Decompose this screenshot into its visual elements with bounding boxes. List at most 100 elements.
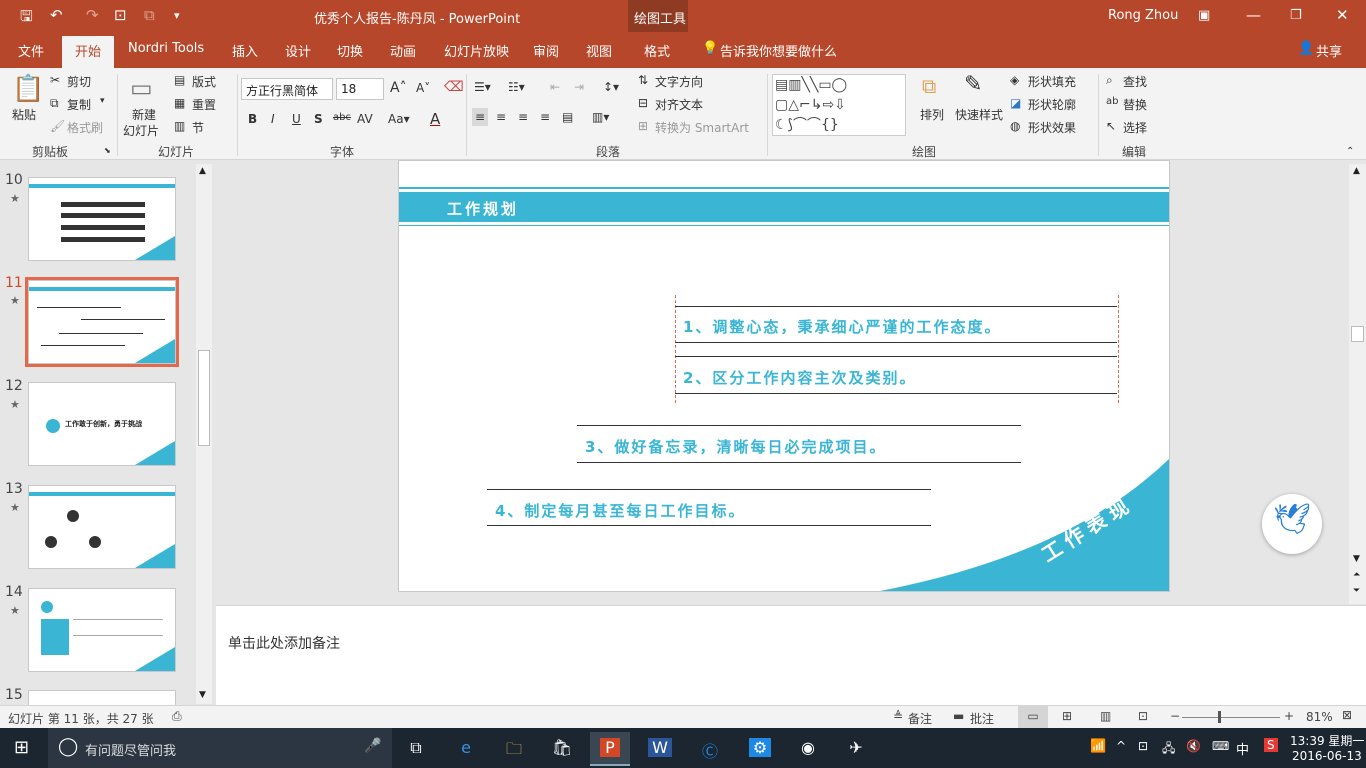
smartart-button[interactable]: 转换为 SmartArt [655, 119, 749, 136]
clear-format-icon[interactable]: ⌫ [444, 79, 464, 95]
font-name-select[interactable]: 方正行黑简体 [241, 78, 333, 100]
find-icon[interactable]: ⌕ [1106, 73, 1113, 88]
font-color-icon[interactable]: A [430, 110, 440, 128]
quick-styles-icon[interactable]: ✎ [964, 72, 982, 97]
line-spacing-icon[interactable]: ↕▾ [603, 80, 619, 94]
ribbon-display-icon[interactable]: ▣ [1198, 8, 1210, 23]
align-center-icon[interactable]: ≡ [496, 110, 506, 124]
tab-nordri-tools[interactable]: Nordri Tools [128, 41, 204, 56]
bold-icon[interactable]: B [248, 112, 257, 126]
tab-insert[interactable]: 插入 [232, 41, 258, 60]
shapes-gallery[interactable]: ▤▥╲╲▭◯ ▢△⌐↳⇨⇩ ☾⟆⌒⌒{} [772, 74, 906, 136]
start-icon[interactable]: ⊞ [14, 737, 29, 758]
scroll-down-icon[interactable]: ▼ [1353, 554, 1360, 564]
new-slide-label[interactable]: 幻灯片 [123, 122, 159, 139]
replace-button[interactable]: 替换 [1123, 96, 1147, 113]
next-slide-icon[interactable]: ⏷ [1353, 586, 1360, 596]
justify-icon[interactable]: ≡ [540, 110, 550, 124]
underline-icon[interactable]: U [292, 112, 301, 126]
decrease-font-icon[interactable]: A˅ [416, 81, 430, 95]
customize-qat-icon[interactable]: ▾ [174, 9, 180, 22]
font-size-select[interactable]: 18 [336, 78, 384, 100]
scroll-up-icon[interactable]: ▲ [199, 166, 206, 176]
slide[interactable]: 工作规划 1、调整心态，秉承细心严谨的工作态度。 2、区分工作内容主次及类别。 … [398, 160, 1170, 592]
maximize-icon[interactable]: ❐ [1290, 8, 1302, 23]
tab-file[interactable]: 文件 [18, 41, 44, 60]
tray-expand-icon[interactable]: ^ [1116, 739, 1126, 753]
cut-icon[interactable]: ✂ [50, 73, 60, 87]
store-icon[interactable]: 🛍 [542, 732, 582, 766]
select-button[interactable]: 选择 [1123, 119, 1147, 136]
copy-dropdown-icon[interactable]: ▾ [100, 96, 105, 106]
network-icon[interactable]: 🖧 [1162, 739, 1175, 760]
quick-access-icon[interactable]: ⧉ [144, 6, 155, 24]
collapse-ribbon-icon[interactable]: ⌃ [1346, 146, 1354, 157]
increase-font-icon[interactable]: A˄ [390, 80, 407, 96]
shape-rect-icon[interactable]: ▢△⌐↳⇨⇩ [775, 97, 846, 113]
scroll-up-icon[interactable]: ▲ [1353, 166, 1360, 176]
volume-icon[interactable]: 🔇 [1186, 739, 1201, 753]
new-slide-icon[interactable]: ▭ [130, 74, 153, 102]
shape-misc-icon[interactable]: ☾⟆⌒⌒{} [775, 117, 839, 133]
text-direction-icon[interactable]: ⇅ [638, 73, 648, 87]
tab-slideshow[interactable]: 幻灯片放映 [444, 41, 509, 60]
ime-indicator[interactable]: 中 [1236, 739, 1249, 758]
zoom-slider-thumb[interactable] [1218, 711, 1221, 723]
fit-slide-icon[interactable]: ⊠ [1342, 708, 1352, 722]
search-placeholder[interactable]: 有问题尽管问我 [85, 740, 176, 759]
tab-view[interactable]: 视图 [586, 41, 612, 60]
shape-outline-icon[interactable]: ◪ [1010, 96, 1021, 110]
layout-button[interactable]: 版式 [192, 73, 216, 90]
format-painter-button[interactable]: 格式刷 [67, 119, 103, 136]
plan-item-2[interactable]: 2、区分工作内容主次及类别。 [683, 367, 916, 388]
microphone-icon[interactable]: 🎤 [364, 738, 381, 754]
slide-thumbnail-11[interactable] [25, 277, 179, 367]
start-slideshow-icon[interactable]: ⊡ [114, 6, 127, 24]
wifi-icon[interactable]: 📶 [1090, 739, 1106, 754]
notes-pane[interactable]: 单击此处添加备注 [216, 605, 1366, 705]
app-c-icon[interactable]: Ⓒ [690, 732, 730, 766]
text-direction-button[interactable]: 文字方向 [655, 73, 703, 90]
replace-icon[interactable]: ab [1106, 96, 1118, 107]
chrome-icon[interactable]: ◉ [788, 732, 828, 766]
zoom-in-icon[interactable]: + [1284, 709, 1294, 723]
comments-icon[interactable]: ▬ [953, 709, 964, 723]
spellcheck-icon[interactable]: ⎙ [172, 709, 182, 724]
align-text-icon[interactable]: ⊟ [638, 96, 648, 110]
close-icon[interactable]: ✕ [1336, 6, 1349, 24]
zoom-level[interactable]: 81% [1306, 710, 1333, 724]
select-icon[interactable]: ↖ [1106, 119, 1116, 133]
quick-styles-button[interactable]: 快速样式 [955, 106, 1003, 123]
scrollbar-thumb[interactable] [1351, 326, 1364, 342]
shape-fill-button[interactable]: 形状填充 [1028, 73, 1076, 90]
tab-format[interactable]: 格式 [644, 41, 670, 60]
reading-view-icon[interactable]: ▥ [1100, 709, 1111, 723]
shape-outline-button[interactable]: 形状轮廓 [1028, 96, 1076, 113]
increase-indent-icon[interactable]: ⇥ [574, 80, 584, 94]
reset-button[interactable]: 重置 [192, 96, 216, 113]
paste-button[interactable]: 粘贴 [12, 106, 36, 123]
notes-toggle[interactable]: 备注 [908, 710, 932, 727]
normal-view-icon[interactable]: ▭ [1018, 706, 1048, 728]
tray-app-icon[interactable]: ⊡ [1138, 739, 1148, 753]
numbering-icon[interactable]: ☷▾ [508, 80, 525, 94]
edge-icon[interactable]: e [446, 732, 486, 766]
tab-home[interactable]: 开始 [62, 36, 114, 68]
word-icon[interactable]: W [640, 732, 680, 766]
clipboard-launcher-icon[interactable]: ⬊ [104, 146, 111, 155]
file-explorer-icon[interactable]: 🗀 [494, 732, 534, 766]
slide-sorter-icon[interactable]: ⊞ [1062, 709, 1072, 723]
notes-placeholder[interactable]: 单击此处添加备注 [228, 633, 340, 653]
prev-slide-icon[interactable]: ⏶ [1353, 570, 1360, 580]
powerpoint-icon[interactable]: P [590, 732, 630, 766]
slide-header-title[interactable]: 工作规划 [447, 198, 519, 219]
decrease-indent-icon[interactable]: ⇤ [550, 80, 560, 94]
slide-thumbnail-14[interactable] [28, 588, 176, 672]
scroll-down-icon[interactable]: ▼ [199, 690, 206, 700]
zoom-slider[interactable] [1182, 717, 1280, 718]
thumbnails-scrollbar[interactable]: ▲ ▼ [196, 164, 212, 704]
cut-button[interactable]: 剪切 [67, 73, 91, 90]
slide-thumbnail-10[interactable] [28, 177, 176, 261]
shape-effects-icon[interactable]: ◍ [1010, 119, 1020, 133]
tell-me-input[interactable]: 告诉我你想要做什么 [720, 41, 837, 60]
